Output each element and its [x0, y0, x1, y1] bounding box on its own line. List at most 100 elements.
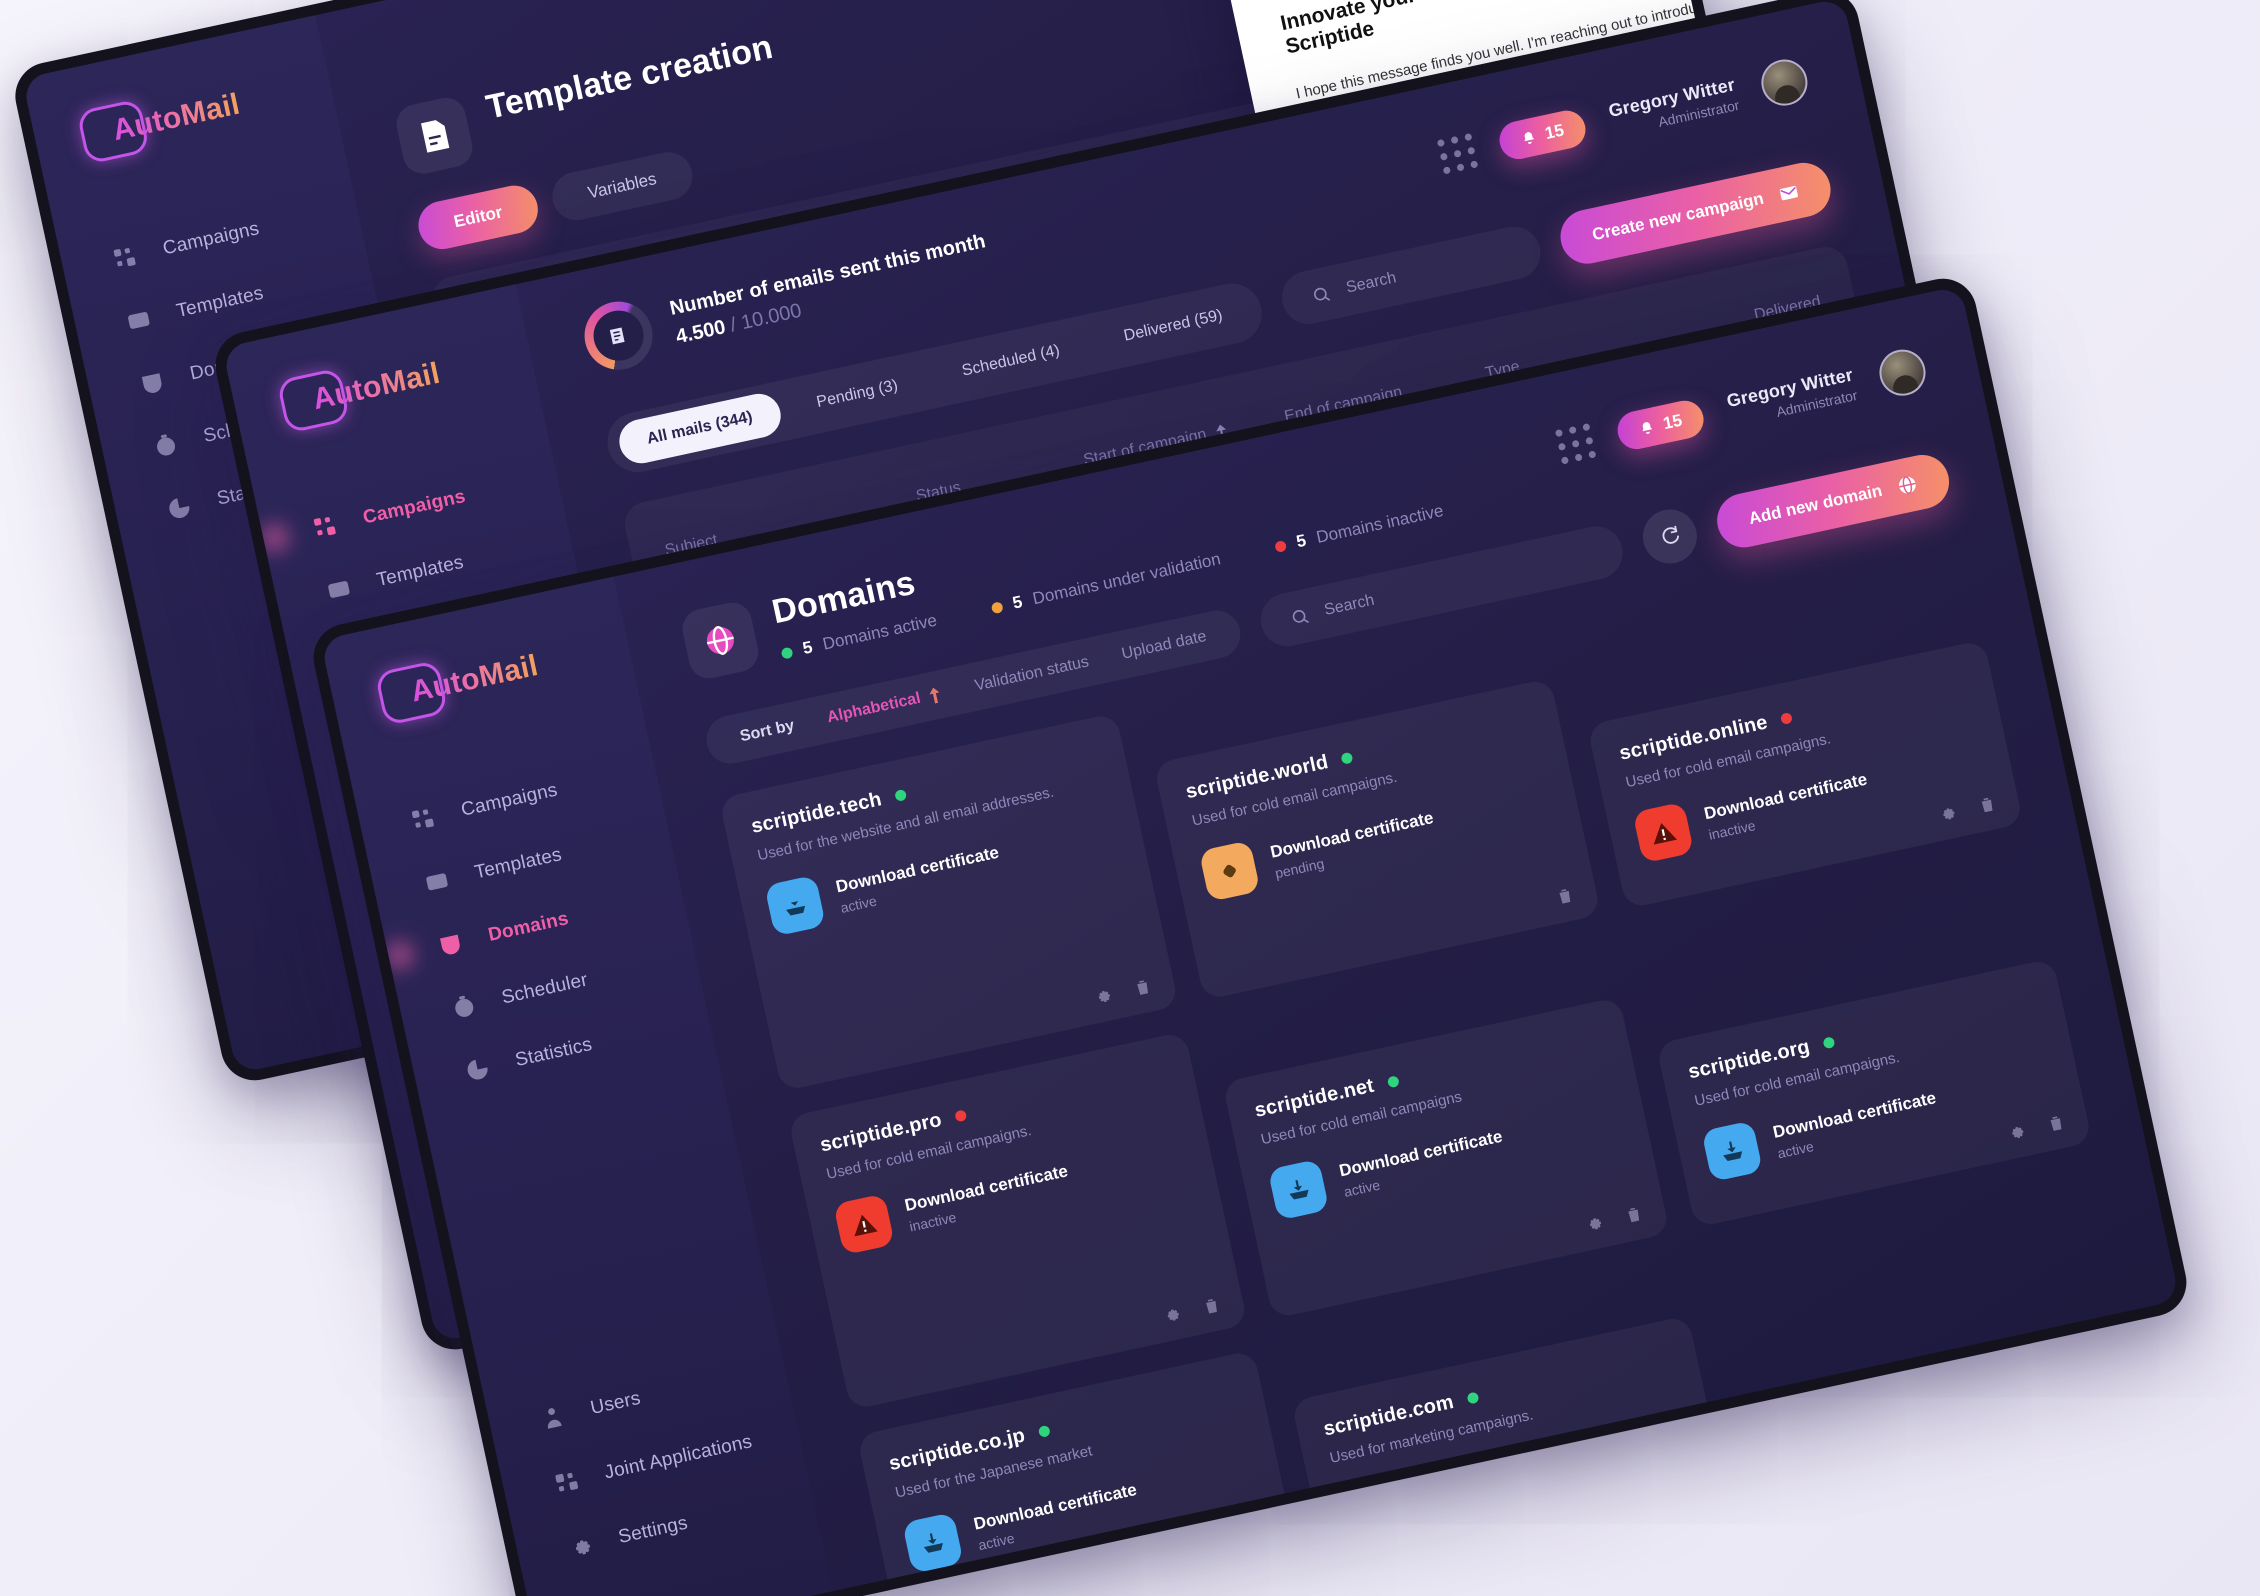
certificate-text: Download certificate inactive	[903, 1161, 1074, 1234]
refresh-button[interactable]	[1637, 504, 1702, 569]
tab-editor[interactable]: Editor	[413, 181, 543, 254]
download-certificate-row[interactable]: Download certificate inactive	[833, 1130, 1190, 1256]
page-number-1[interactable]: 1	[1495, 1575, 1541, 1596]
create-campaign-label: Create new campaign	[1590, 188, 1766, 245]
trash-icon[interactable]	[1200, 1294, 1223, 1318]
download-certificate-row[interactable]: Download certificate active	[902, 1448, 1259, 1574]
gear-icon[interactable]	[1582, 1211, 1605, 1235]
tab-scheduled[interactable]: Scheduled (4)	[930, 323, 1091, 399]
apps-grid-icon[interactable]	[1555, 422, 1597, 465]
next-page-button[interactable]	[1554, 1575, 1584, 1596]
warning-icon	[1632, 801, 1695, 864]
tab-variables[interactable]: Variables	[547, 147, 697, 225]
domain-card[interactable]: scriptide.net Used for cold email campai…	[1222, 996, 1671, 1319]
domain-card[interactable]: scriptide.tech Used for the website and …	[718, 712, 1179, 1092]
shield-icon	[435, 929, 466, 960]
trash-icon[interactable]	[1131, 975, 1154, 999]
apps-grid-icon[interactable]	[1437, 132, 1479, 174]
search-icon	[1292, 609, 1309, 623]
trash-icon[interactable]	[1976, 793, 1999, 817]
download-certificate-row[interactable]: Download certificate active	[1701, 1056, 2058, 1183]
sidebar-item-campaigns[interactable]: Campaigns	[310, 464, 560, 542]
tab-all-mails[interactable]: All mails (344)	[615, 389, 785, 468]
sidebar-item-joint-applications[interactable]: Joint Applications	[551, 1419, 801, 1497]
domain-card[interactable]: scriptide.com Used for marketing campaig…	[1291, 1315, 1728, 1585]
sidebar-item-campaigns[interactable]: Campaigns	[110, 195, 360, 273]
download-certificate-row[interactable]: Download certificate active	[764, 811, 1121, 937]
download-icon	[764, 874, 827, 937]
apps-icon	[551, 1466, 582, 1497]
sidebar-nav-domains: Campaigns Templates Domains Scheduler St…	[359, 756, 712, 1095]
trash-icon[interactable]	[1554, 884, 1577, 908]
grid-icon	[310, 511, 341, 542]
domain-card[interactable]: scriptide.world Used for cold email camp…	[1153, 677, 1602, 1001]
avatar[interactable]	[1757, 55, 1812, 110]
sidebar-item-settings[interactable]: Settings	[565, 1484, 815, 1562]
sidebar-item-domains[interactable]: Domains	[435, 882, 685, 960]
template-icon	[422, 866, 453, 897]
certificate-text: Download certificate active	[1337, 1126, 1508, 1199]
gear-icon	[565, 1531, 596, 1562]
download-certificate-row[interactable]: Download certificate inactive	[1632, 738, 1989, 864]
certificate-text: Download certificate active	[834, 842, 1005, 915]
sidebar-item-users[interactable]: Users	[537, 1355, 787, 1433]
trash-icon[interactable]	[2045, 1111, 2068, 1135]
sort-option-validation-status[interactable]: Validation status	[973, 653, 1090, 695]
certificate-text: Download certificate inactive	[1702, 769, 1873, 842]
gear-icon[interactable]	[1936, 801, 1959, 825]
add-new-domain-button[interactable]: Add new domain	[1712, 449, 1955, 553]
trash-icon[interactable]	[1622, 1203, 1645, 1227]
sort-option-label: Alphabetical	[825, 689, 923, 727]
search-placeholder: Search	[1344, 269, 1398, 297]
sidebar-item-label: Users	[588, 1387, 643, 1419]
download-certificate-row[interactable]: Download certificate active	[1267, 1095, 1625, 1221]
domain-status-dot	[1037, 1424, 1051, 1439]
sidebar-item-label: Templates	[472, 844, 564, 884]
domain-card[interactable]: scriptide.org Used for cold email campai…	[1655, 958, 2093, 1228]
avatar[interactable]	[1875, 345, 1930, 400]
domain-card[interactable]: scriptide.pro Used for cold email campai…	[787, 1031, 1248, 1411]
sidebar-item-statistics[interactable]: Statistics	[462, 1007, 712, 1085]
download-certificate-row[interactable]: Download certificate active	[1336, 1414, 1694, 1540]
trash-icon[interactable]	[1680, 1468, 1703, 1492]
certificate-state: active	[1411, 1494, 1451, 1519]
notification-count: 15	[1543, 120, 1566, 144]
tab-delivered[interactable]: Delivered (59)	[1092, 288, 1254, 364]
app-logo[interactable]: AutoMail	[231, 327, 536, 443]
trash-icon[interactable]	[1258, 1560, 1281, 1584]
gear-icon[interactable]	[1640, 1477, 1663, 1501]
mail-stats-icon	[578, 295, 659, 377]
gear-icon[interactable]	[2005, 1120, 2028, 1144]
gear-icon[interactable]	[1218, 1568, 1241, 1592]
sort-option-alphabetical[interactable]: Alphabetical	[826, 685, 944, 727]
user-block[interactable]: Gregory Witter Administrator	[1607, 74, 1741, 139]
tab-pending[interactable]: Pending (3)	[785, 358, 930, 430]
app-logo[interactable]: AutoMail	[330, 620, 635, 736]
sort-option-upload-date[interactable]: Upload date	[1120, 628, 1208, 664]
pie-chart-icon	[462, 1054, 493, 1085]
notifications-button[interactable]: 15	[1614, 397, 1708, 453]
domain-status-dot	[1779, 711, 1794, 725]
domain-status-dot	[1822, 1036, 1836, 1050]
warning-icon	[833, 1193, 895, 1256]
app-logo[interactable]: AutoMail	[31, 58, 336, 174]
grid-icon	[110, 242, 141, 273]
logo-mark-icon	[76, 98, 151, 165]
domain-card[interactable]: scriptide.online Used for cold email cam…	[1586, 639, 2024, 910]
sidebar-item-templates[interactable]: Templates	[422, 819, 672, 897]
status-dot-active	[780, 646, 794, 660]
notifications-button[interactable]: 15	[1496, 107, 1590, 163]
card-actions	[1160, 1294, 1223, 1326]
user-block[interactable]: Gregory Witter Administrator	[1725, 364, 1859, 429]
kpi-number: 4.500	[673, 316, 728, 349]
gear-icon[interactable]	[1091, 984, 1114, 1008]
sidebar-item-scheduler[interactable]: Scheduler	[449, 944, 699, 1022]
pie-chart-icon	[164, 493, 195, 524]
create-new-campaign-button[interactable]: Create new campaign	[1555, 157, 1836, 269]
logo-mark-icon	[374, 659, 449, 727]
sidebar-item-campaigns[interactable]: Campaigns	[408, 756, 658, 834]
card-actions	[1091, 975, 1154, 1007]
download-certificate-row[interactable]: Download certificate pending	[1198, 776, 1556, 902]
search-input[interactable]: Search	[1277, 221, 1546, 329]
gear-icon[interactable]	[1160, 1303, 1183, 1327]
